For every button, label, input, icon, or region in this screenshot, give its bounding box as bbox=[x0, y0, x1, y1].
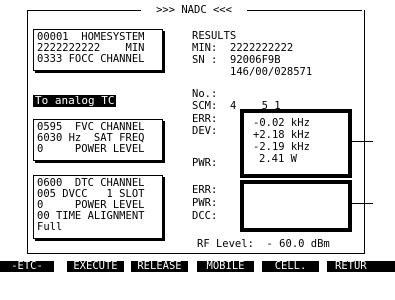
no-label: No.: bbox=[192, 88, 218, 100]
min-value: 2222222222 bbox=[230, 42, 294, 54]
fvc-row-power: 0 POWER LEVEL bbox=[37, 143, 145, 155]
rf-level-readout: RF Level: - 60.0 dBm bbox=[197, 238, 330, 250]
dcc-label: DCC: bbox=[192, 210, 218, 222]
measurement-tick-2 bbox=[348, 203, 373, 204]
dev-value-2: -2.19 kHz bbox=[253, 141, 310, 153]
dtc-row-mode: Full bbox=[37, 221, 63, 233]
pwr-label-2: PWR: bbox=[192, 197, 218, 209]
system-row-focc: 0333 FOCC CHANNEL bbox=[37, 53, 145, 65]
dtc-box: 0600 DTC CHANNEL 005 DVCC 1 SLOT 0 POWER… bbox=[33, 175, 163, 239]
pwr-label-1: PWR: bbox=[192, 157, 218, 169]
softkey-cell[interactable]: CELL. bbox=[262, 261, 319, 272]
dev-value-1: +2.18 kHz bbox=[253, 129, 310, 141]
softkey-mobile[interactable]: MOBILE bbox=[197, 261, 254, 272]
fvc-box: 0595 FVC CHANNEL 6030 Hz SAT FREQ 0 POWE… bbox=[33, 119, 163, 161]
err-value-1: -0.02 kHz bbox=[253, 117, 310, 129]
err-label-2: ERR: bbox=[192, 184, 218, 196]
sn-value-2: 146/00/028571 bbox=[230, 66, 313, 78]
dev-label: DEV: bbox=[192, 125, 218, 137]
softkey-release[interactable]: RELEASE bbox=[131, 261, 188, 272]
softkey-execute[interactable]: EXECUTE bbox=[67, 261, 124, 272]
min-label: MIN: bbox=[192, 42, 218, 54]
sn-value: 92006F9B bbox=[230, 54, 281, 66]
softkey-etc[interactable]: -ETC- bbox=[0, 261, 54, 272]
measurement-tick-1 bbox=[348, 141, 373, 142]
system-box: 00001 HOMESYSTEM 2222222222 MIN 0333 FOC… bbox=[33, 29, 163, 71]
measurement-box-1: -0.02 kHz +2.18 kHz -2.19 kHz 2.41 W bbox=[240, 109, 352, 178]
status-label: To analog TC bbox=[33, 94, 117, 107]
results-heading: RESULTS bbox=[192, 30, 237, 42]
scm-label: SCM: bbox=[192, 100, 218, 112]
sn-label: SN : bbox=[192, 54, 218, 66]
measurement-box-2 bbox=[240, 180, 352, 232]
pwr-value-1: 2.41 W bbox=[259, 153, 297, 165]
err-label-1: ERR: bbox=[192, 113, 218, 125]
softkey-return[interactable]: RETUR bbox=[327, 261, 395, 272]
